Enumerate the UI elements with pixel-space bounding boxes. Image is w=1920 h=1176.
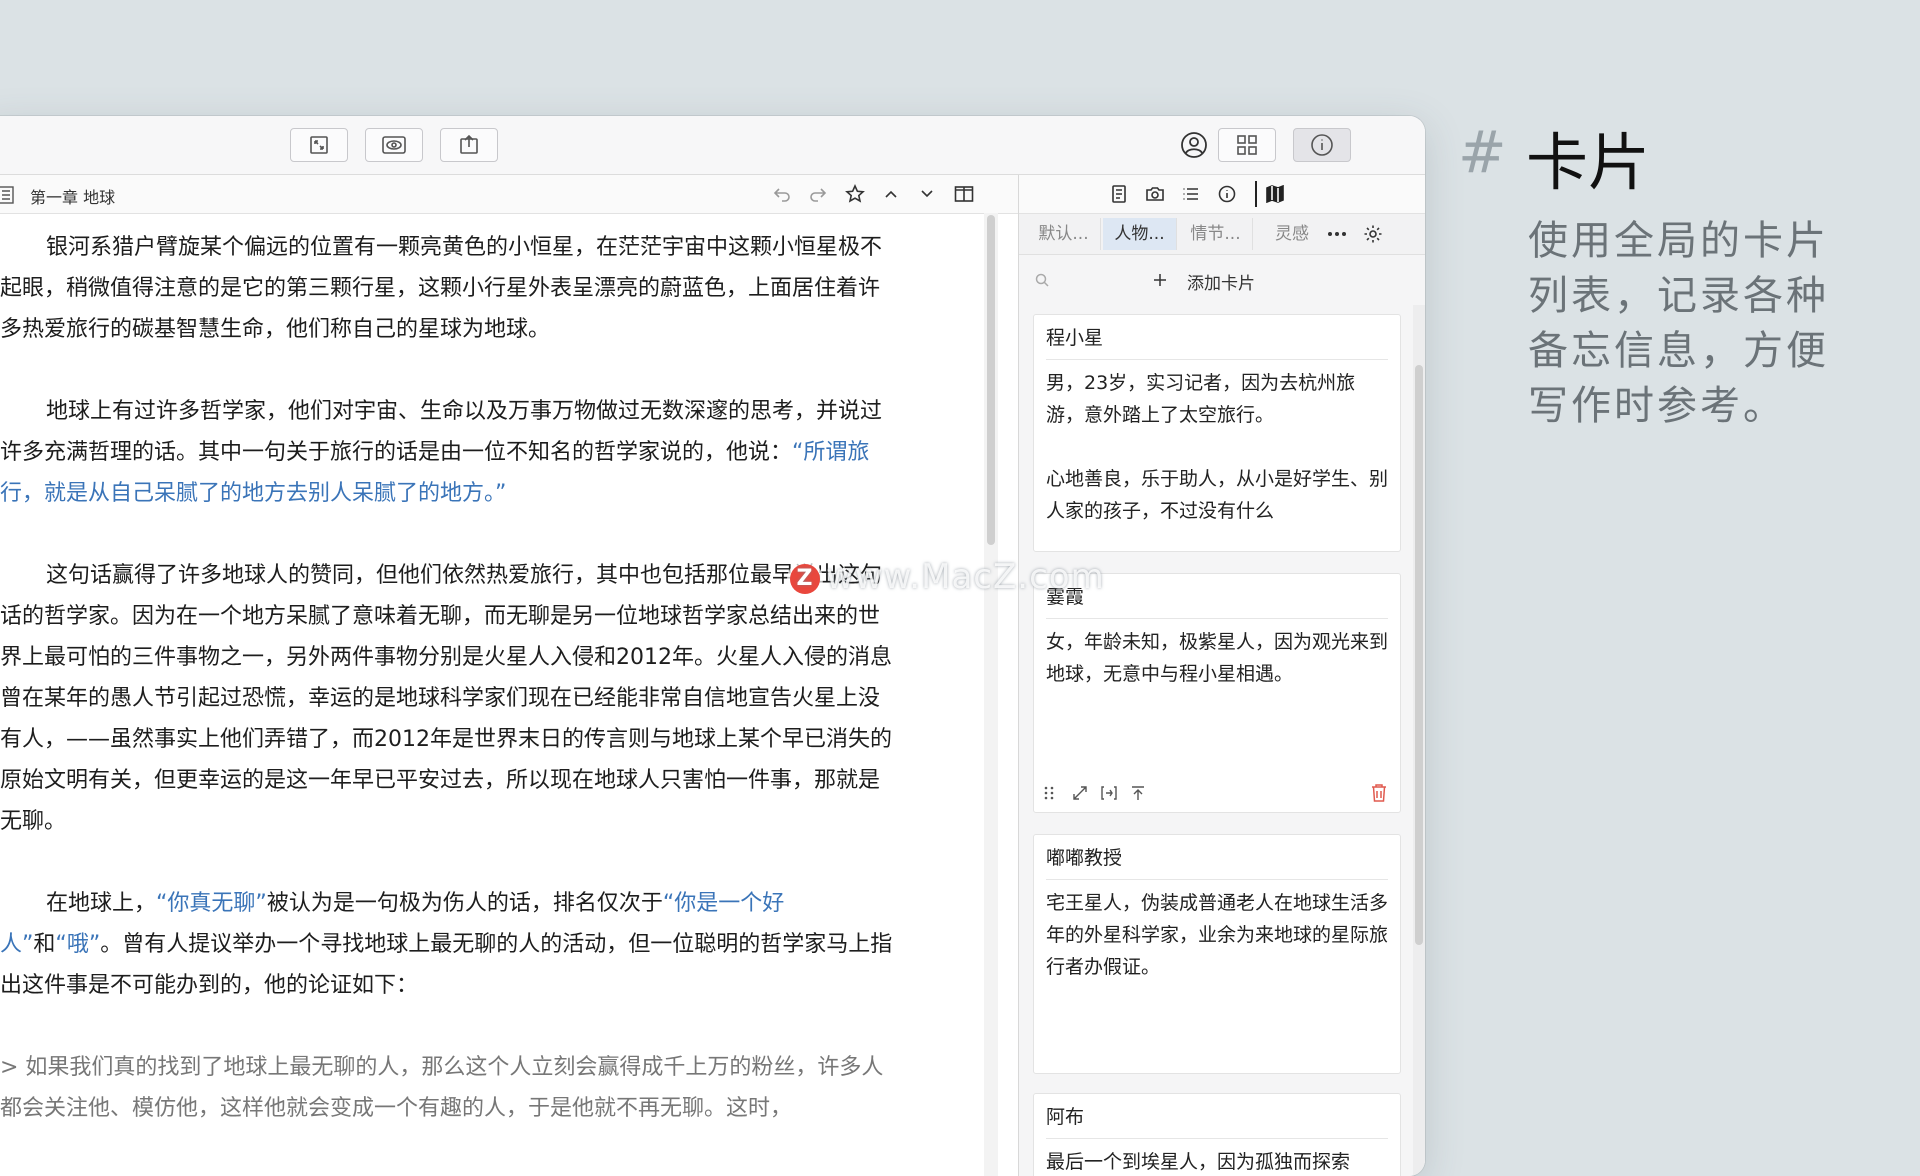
paragraph: 这句话赢得了许多地球人的赞同，但他们依然热爱旅行，其中也包括那位最早说出这句话的… — [0, 563, 892, 834]
search-icon[interactable] — [1035, 273, 1049, 287]
document-icon — [0, 186, 14, 204]
panel-header — [1019, 175, 1425, 214]
plus-icon[interactable] — [1153, 273, 1167, 287]
blockquote: > 如果我们真的找到了地球上最无聊的人，那么这个人立刻会赢得成千上万的粉丝，许多… — [0, 1055, 884, 1121]
insert-icon[interactable] — [1100, 785, 1118, 801]
cards-scrollbar[interactable] — [1413, 305, 1425, 1176]
camera-icon — [1146, 187, 1164, 201]
expand-icon — [310, 136, 328, 154]
paragraph-text: 在地球上， — [46, 891, 157, 916]
eye-icon — [382, 136, 406, 154]
feature-description: 使用全局的卡片列表，记录各种备忘信息，方便写作时参考。 — [1528, 218, 1829, 429]
preview-button[interactable] — [365, 128, 423, 162]
paragraph: 在地球上，“你真无聊”被认为是一句极为伤人的话，排名仅次于“你是一个好人”和“哦… — [0, 883, 900, 1006]
chevron-down-icon — [921, 190, 933, 198]
info-icon — [1311, 134, 1333, 156]
expand-icon[interactable] — [1072, 785, 1088, 801]
account-button[interactable] — [1178, 129, 1210, 161]
card-title[interactable]: 嘟嘟教授 — [1046, 843, 1388, 880]
app-window: 第一章 地球 银河系猎户臂旋某个偏远的位置有一颗亮黄色的小恒星，在茫茫宇宙中这颗… — [0, 116, 1425, 1176]
feature-title: 卡片 — [1526, 126, 1651, 199]
paragraph: 地球上有过许多哲学家，他们对宇宙、生命以及万事万物做过无数深邃的思考，并说过许多… — [0, 391, 900, 514]
notes-tab-button[interactable] — [1107, 182, 1131, 206]
snapshot-tab-button[interactable] — [1143, 182, 1167, 206]
user-icon — [1181, 132, 1207, 158]
card-toolbar: 添加卡片 — [1019, 255, 1425, 305]
editor-pane: 第一章 地球 银河系猎户臂旋某个偏远的位置有一颗亮黄色的小恒星，在茫茫宇宙中这颗… — [0, 175, 1018, 1176]
scrollbar-thumb[interactable] — [1415, 365, 1423, 945]
tab-inspiration[interactable]: 灵感 — [1255, 218, 1329, 250]
settings-button[interactable] — [1361, 222, 1385, 246]
tab-characters[interactable]: 人物... — [1103, 218, 1177, 250]
favorite-button[interactable] — [843, 182, 867, 206]
paragraph-text: 被认为是一句极为伤人的话，排名仅次于 — [266, 891, 663, 916]
gear-icon — [1364, 225, 1382, 243]
cards-panel: 默认... 人物... 情节... 灵感 添加卡片 程小星 男，23岁，实习记者… — [1019, 175, 1425, 1176]
info-tab-button[interactable] — [1215, 182, 1239, 206]
redo-icon — [810, 188, 827, 202]
previous-button[interactable] — [879, 182, 903, 206]
ellipsis-icon — [1328, 232, 1346, 236]
watermark-logo: Z — [790, 563, 820, 594]
export-button[interactable] — [440, 128, 498, 162]
drag-handle-icon[interactable] — [1044, 786, 1054, 800]
scrollbar-thumb[interactable] — [987, 215, 995, 545]
quote-highlight: “你真无聊” — [156, 891, 267, 916]
paragraph-text: 和 — [33, 932, 56, 957]
editor-content[interactable]: 银河系猎户臂旋某个偏远的位置有一颗亮黄色的小恒星，在茫茫宇宙中这颗小恒星极不起眼… — [0, 213, 985, 1176]
card[interactable]: 嘟嘟教授 宅王星人，伪装成普通老人在地球生活多年的外星科学家，业余为来地球的星际… — [1033, 834, 1401, 1074]
info-icon — [1218, 185, 1236, 203]
add-card-button[interactable]: 添加卡片 — [1187, 269, 1255, 294]
grid-view-button[interactable] — [1218, 128, 1276, 162]
document-title: 第一章 地球 — [30, 188, 116, 207]
paragraph: 银河系猎户臂旋某个偏远的位置有一颗亮黄色的小恒星，在茫茫宇宙中这颗小恒星极不起眼… — [0, 235, 883, 342]
paragraph-text: 。曾有人提议举办一个寻找地球上最无聊的人的活动，但一位聪明的哲学家马上指出这件事… — [0, 932, 893, 998]
card-tools — [1044, 782, 1390, 804]
card-body[interactable]: 男，23岁，实习记者，因为去杭州旅游，意外踏上了太空旅行。 心地善良，乐于助人，… — [1046, 367, 1388, 547]
trash-icon[interactable] — [1370, 783, 1388, 803]
watermark: Zwww.MacZ.com — [790, 557, 1105, 597]
card-body[interactable]: 最后一个到埃星人，因为孤独而探索 — [1046, 1146, 1388, 1176]
more-button[interactable] — [1325, 222, 1349, 246]
card[interactable]: 阿布 最后一个到埃星人，因为孤独而探索 — [1033, 1093, 1401, 1176]
star-icon — [845, 184, 865, 203]
fullscreen-button[interactable] — [290, 128, 348, 162]
window-toolbar — [0, 116, 1425, 175]
editor-header: 第一章 地球 — [0, 175, 1018, 214]
grid-icon — [1237, 135, 1257, 155]
card[interactable]: 霎霞 女，年龄未知，极紫星人，因为观光来到地球，无意中与程小星相遇。 — [1033, 573, 1401, 813]
list-icon — [1183, 188, 1198, 200]
chevron-up-icon — [885, 190, 897, 198]
editor-scrollbar[interactable] — [984, 213, 998, 1176]
tab-separator — [1255, 181, 1257, 207]
tab-default[interactable]: 默认... — [1027, 218, 1101, 250]
tab-plot[interactable]: 情节... — [1179, 218, 1253, 250]
undo-button[interactable] — [770, 182, 794, 206]
watermark-text: www.MacZ.com — [826, 557, 1105, 597]
card[interactable]: 程小星 男，23岁，实习记者，因为去杭州旅游，意外踏上了太空旅行。 心地善良，乐… — [1033, 314, 1401, 552]
split-view-button[interactable] — [952, 182, 976, 206]
undo-icon — [773, 188, 790, 202]
card-body[interactable]: 宅王星人，伪装成普通老人在地球生活多年的外星科学家，业余为来地球的星际旅行者办假… — [1046, 887, 1388, 1067]
split-view-icon — [954, 186, 974, 202]
share-icon — [460, 134, 478, 154]
pin-top-icon[interactable] — [1130, 785, 1146, 801]
paragraph-text: 地球上有过许多哲学家，他们对宇宙、生命以及万事万物做过无数深邃的思考，并说过许多… — [0, 399, 883, 465]
card-title[interactable]: 程小星 — [1046, 323, 1388, 360]
cards-tab-button[interactable] — [1263, 182, 1287, 206]
outline-tab-button[interactable] — [1179, 182, 1203, 206]
heading-hash: # — [1458, 118, 1507, 186]
info-panel-button[interactable] — [1293, 128, 1351, 162]
card-title[interactable]: 阿布 — [1046, 1102, 1388, 1139]
map-icon — [1266, 185, 1284, 203]
card-category-tabs: 默认... 人物... 情节... 灵感 — [1019, 214, 1425, 255]
redo-button[interactable] — [806, 182, 830, 206]
card-body[interactable]: 女，年龄未知，极紫星人，因为观光来到地球，无意中与程小星相遇。 — [1046, 626, 1388, 746]
notes-icon — [1112, 185, 1126, 203]
quote-highlight: “哦” — [55, 932, 101, 957]
next-button[interactable] — [915, 182, 939, 206]
